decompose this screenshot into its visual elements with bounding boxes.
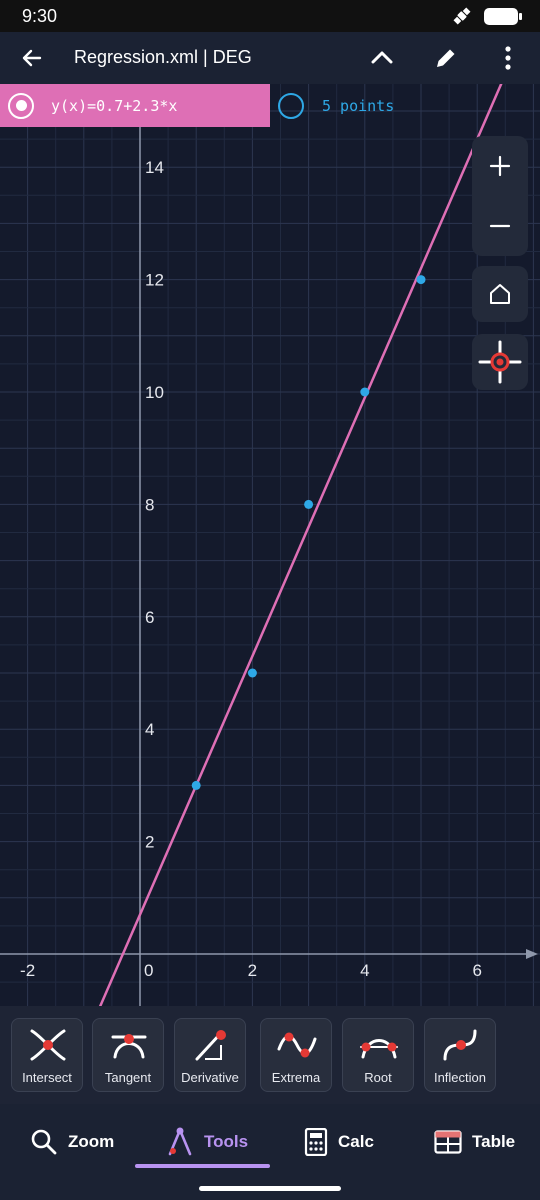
root-icon (360, 1039, 398, 1059)
points-chip[interactable]: 5 points (270, 84, 540, 127)
x-tick-label: 4 (360, 961, 369, 980)
active-tab-indicator (135, 1164, 270, 1168)
zoom-in-button[interactable] (472, 136, 528, 196)
page-title: Regression.xml | DEG (74, 47, 252, 67)
tool-tangent[interactable]: Tangent (92, 1018, 164, 1092)
plus-icon (489, 155, 511, 177)
y-tick-label: 2 (145, 833, 154, 852)
pencil-icon (437, 49, 455, 67)
derivative-icon (195, 1030, 226, 1061)
points-label: 5 points (322, 96, 395, 115)
battery-icon (484, 7, 522, 25)
data-point (304, 499, 314, 509)
nav-label: Table (472, 1132, 516, 1151)
function-chip[interactable]: y(x)=0.7+2.3*x (0, 84, 270, 127)
table-icon (434, 1130, 462, 1154)
tool-derivative[interactable]: Derivative (174, 1018, 246, 1092)
y-tick-label: 12 (145, 271, 164, 290)
graph-canvas[interactable]: -2 0 2 4 6 2 4 6 8 10 12 14 (0, 84, 540, 1006)
app-bar: Regression.xml | DEG (0, 32, 540, 84)
zoom-controls (472, 136, 528, 256)
tools-icon (168, 1127, 192, 1156)
data-point (247, 668, 257, 678)
tool-extrema[interactable]: Extrema (260, 1018, 332, 1092)
tools-panel: Intersect Tangent Derivative Extrema Roo… (0, 1006, 540, 1104)
tool-label: Extrema (271, 1070, 321, 1085)
intersect-icon (30, 1029, 66, 1061)
tool-label: Intersect (22, 1070, 72, 1085)
home-view-button[interactable] (472, 266, 528, 322)
tool-intersect[interactable]: Intersect (11, 1018, 83, 1092)
nav-label: Tools (204, 1132, 249, 1151)
chevron-up-icon (371, 51, 393, 64)
tool-label: Tangent (104, 1070, 152, 1085)
edit-button[interactable] (426, 38, 466, 78)
x-tick-label: 0 (144, 961, 153, 980)
gesture-bar[interactable] (199, 1186, 341, 1191)
nav-label: Zoom (68, 1132, 115, 1151)
y-tick-label: 8 (145, 495, 154, 514)
status-bar: 9:30 (0, 0, 540, 32)
tool-label: Inflection (433, 1070, 487, 1085)
x-tick-label: 2 (248, 961, 257, 980)
data-point (191, 780, 201, 790)
bottom-navigation: Zoom Tools Calc Table (0, 1104, 540, 1200)
satellite-icon (453, 7, 471, 25)
status-icons (452, 6, 522, 26)
tool-root[interactable]: Root (342, 1018, 414, 1092)
data-point (360, 387, 370, 397)
arrow-left-icon (22, 49, 42, 67)
home-icon (490, 284, 510, 304)
nav-label: Calc (338, 1132, 374, 1151)
extrema-icon (277, 1032, 317, 1058)
calculator-icon (304, 1128, 328, 1156)
inflection-icon (443, 1029, 477, 1061)
points-radio[interactable] (278, 92, 304, 119)
more-options-button[interactable] (488, 38, 528, 78)
data-point (416, 275, 426, 285)
search-icon (31, 1129, 57, 1155)
x-tick-label: -2 (20, 961, 35, 980)
nav-table[interactable]: Table (434, 1122, 515, 1162)
y-tick-label: 4 (145, 720, 154, 739)
nav-calc[interactable]: Calc (304, 1122, 374, 1162)
status-time: 9:30 (22, 6, 58, 26)
crosshair-icon (478, 340, 522, 384)
tool-label: Derivative (181, 1070, 239, 1085)
more-vertical-icon (505, 46, 511, 70)
locate-button[interactable] (472, 334, 528, 390)
zoom-out-button[interactable] (472, 196, 528, 256)
y-tick-label: 10 (145, 383, 164, 402)
minus-icon (489, 224, 511, 228)
function-label: y(x)=0.7+2.3*x (51, 96, 178, 115)
back-button[interactable] (12, 38, 52, 78)
y-tick-label: 14 (145, 158, 164, 177)
collapse-button[interactable] (362, 38, 402, 78)
nav-zoom[interactable]: Zoom (30, 1122, 114, 1162)
function-radio[interactable] (8, 92, 34, 119)
y-tick-label: 6 (145, 608, 154, 627)
tangent-icon (111, 1034, 147, 1059)
x-tick-label: 6 (472, 961, 481, 980)
tool-inflection[interactable]: Inflection (424, 1018, 496, 1092)
nav-tools[interactable]: Tools (166, 1122, 248, 1162)
tool-label: Root (364, 1070, 392, 1085)
